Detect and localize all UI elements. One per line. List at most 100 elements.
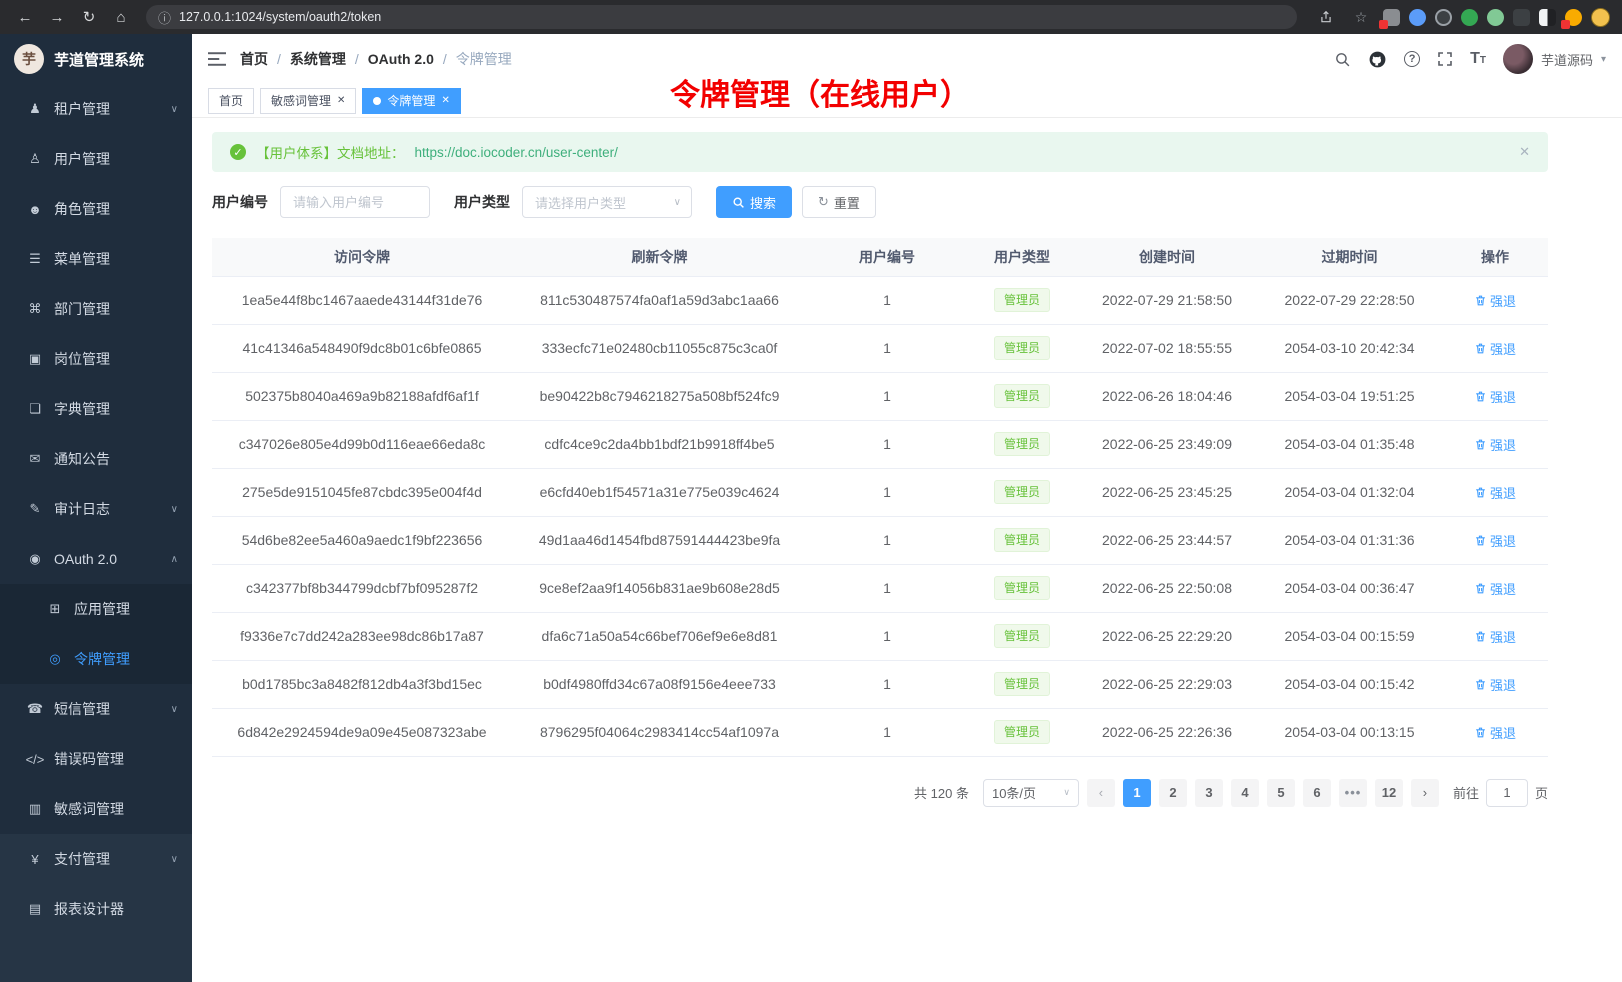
page-button-6[interactable]: 6 [1303,779,1331,807]
user-icon: ♙ [24,151,46,167]
search-form: 用户编号 用户类型 请选择用户类型 ∨ 搜索 ↻ 重置 [212,186,1548,218]
sidebar-item-payment[interactable]: ¥ 支付管理 ∨ [0,834,192,884]
sidebar-item-user[interactable]: ♙ 用户管理 [0,134,192,184]
user-menu[interactable]: 芋道源码 ▾ [1503,44,1606,74]
sidebar-item-oauth2[interactable]: ◉ OAuth 2.0 ∧ [0,534,192,584]
reload-icon[interactable]: ↻ [76,4,102,30]
next-page-button[interactable]: › [1411,779,1439,807]
alert-close-icon[interactable]: ✕ [1519,144,1530,160]
page-button-1[interactable]: 1 [1123,779,1151,807]
user-id-cell: 1 [807,324,967,372]
sidebar-item-report-designer[interactable]: ▤ 报表设计器 [0,884,192,934]
user-type-select[interactable]: 请选择用户类型 ∨ [522,186,692,218]
page-content: ✓ 【用户体系】文档地址： https://doc.iocoder.cn/use… [192,118,1622,982]
sidebar-item-sms[interactable]: ☎ 短信管理 ∨ [0,684,192,734]
breadcrumb-system[interactable]: 系统管理 [290,49,346,69]
sidebar-item-dict[interactable]: ❏ 字典管理 [0,384,192,434]
force-logout-button[interactable]: 强退 [1474,339,1516,358]
col-created-time: 创建时间 [1077,238,1257,276]
page-button-12[interactable]: 12 [1375,779,1403,807]
menu-icon: ☰ [24,251,46,267]
fullscreen-icon[interactable] [1437,51,1453,67]
force-logout-button[interactable]: 强退 [1474,579,1516,598]
page-button-2[interactable]: 2 [1159,779,1187,807]
force-logout-button[interactable]: 强退 [1474,531,1516,550]
forward-icon[interactable]: → [44,4,70,30]
font-size-icon[interactable]: TT [1470,50,1486,68]
page-button-5[interactable]: 5 [1267,779,1295,807]
force-logout-button[interactable]: 强退 [1474,435,1516,454]
expire-time-cell: 2054-03-04 01:31:36 [1257,516,1442,564]
extension-icon[interactable] [1435,9,1452,26]
breadcrumb-oauth2[interactable]: OAuth 2.0 [368,51,434,67]
tab-home[interactable]: 首页 [208,88,254,114]
close-icon[interactable]: ✕ [441,95,449,106]
success-check-icon: ✓ [230,144,246,160]
home-icon[interactable]: ⌂ [108,4,134,30]
sidebar-item-audit-log[interactable]: ✎ 审计日志 ∨ [0,484,192,534]
share-icon[interactable] [1313,4,1339,30]
browser-profile-avatar[interactable] [1591,8,1610,27]
page-ellipsis-button[interactable]: ••• [1339,779,1367,807]
sidebar-item-oauth2-app[interactable]: ⊞ 应用管理 [0,584,192,634]
url-bar[interactable]: ⓘ 127.0.0.1:1024/system/oauth2/token [146,5,1297,29]
refresh-token-cell: dfa6c71a50a54c66bef706ef9e6e8d81 [512,612,807,660]
github-icon[interactable] [1368,50,1387,69]
site-info-icon[interactable]: ⓘ [158,8,171,27]
sidebar-item-sensitive-word[interactable]: ▥ 敏感词管理 [0,784,192,834]
table-row: 502375b8040a469a9b82188afdf6af1f be90422… [212,372,1548,420]
expire-time-cell: 2054-03-04 00:15:42 [1257,660,1442,708]
force-logout-button[interactable]: 强退 [1474,675,1516,694]
page-button-3[interactable]: 3 [1195,779,1223,807]
app-logo[interactable]: 芋 芋道管理系统 [0,34,192,84]
tab-sensitive-word[interactable]: 敏感词管理 ✕ [260,88,356,114]
force-logout-button[interactable]: 强退 [1474,723,1516,742]
action-cell: 强退 [1442,612,1548,660]
extension-icon[interactable] [1461,9,1478,26]
bookmark-star-icon[interactable]: ☆ [1348,4,1374,30]
token-table: 访问令牌 刷新令牌 用户编号 用户类型 创建时间 过期时间 操作 1ea5e44… [212,238,1548,757]
sensitive-word-icon: ▥ [24,801,46,817]
extension-icon[interactable] [1409,9,1426,26]
page-button-4[interactable]: 4 [1231,779,1259,807]
doc-link[interactable]: https://doc.iocoder.cn/user-center/ [415,145,618,160]
close-icon[interactable]: ✕ [337,95,345,106]
page-size-select[interactable]: 10条/页 ∨ [983,779,1079,807]
access-token-cell: c342377bf8b344799dcbf7bf095287f2 [212,564,512,612]
col-refresh-token: 刷新令牌 [512,238,807,276]
sidebar-item-oauth2-token[interactable]: ◎ 令牌管理 [0,634,192,684]
refresh-token-cell: 49d1aa46d1454fbd87591444423be9fa [512,516,807,564]
force-logout-button[interactable]: 强退 [1474,387,1516,406]
user-type-label: 用户类型 [454,192,510,212]
dark-mode-extension-icon[interactable] [1539,9,1556,26]
extension-icon[interactable] [1565,9,1582,26]
total-count: 共 120 条 [914,783,969,802]
sidebar-item-role[interactable]: ☻ 角色管理 [0,184,192,234]
user-avatar [1503,44,1533,74]
sidebar-item-notice[interactable]: ✉ 通知公告 [0,434,192,484]
breadcrumb-home[interactable]: 首页 [240,49,268,69]
error-code-icon: </> [24,752,46,767]
force-logout-button[interactable]: 强退 [1474,627,1516,646]
search-button[interactable]: 搜索 [716,186,792,218]
prev-page-button[interactable]: ‹ [1087,779,1115,807]
extension-icon[interactable] [1383,9,1400,26]
extension-icon[interactable] [1487,9,1504,26]
sidebar-item-menu[interactable]: ☰ 菜单管理 [0,234,192,284]
back-icon[interactable]: ← [12,4,38,30]
user-id-input[interactable] [280,186,430,218]
reset-button[interactable]: ↻ 重置 [802,186,876,218]
tab-token[interactable]: 令牌管理 ✕ [362,88,460,114]
sidebar-item-post[interactable]: ▣ 岗位管理 [0,334,192,384]
sidebar-collapse-icon[interactable] [208,51,226,67]
sidebar-item-tenant[interactable]: ♟ 租户管理 ∨ [0,84,192,134]
force-logout-button[interactable]: 强退 [1474,291,1516,310]
access-token-cell: 54d6be82ee5a460a9aedc1f9bf223656 [212,516,512,564]
force-logout-button[interactable]: 强退 [1474,483,1516,502]
sidebar-item-error-code[interactable]: </> 错误码管理 [0,734,192,784]
sidebar-item-dept[interactable]: ⌘ 部门管理 [0,284,192,334]
help-icon[interactable]: ? [1404,51,1420,67]
search-icon[interactable] [1334,51,1351,68]
goto-page-input[interactable] [1486,779,1528,807]
extension-icon[interactable] [1513,9,1530,26]
